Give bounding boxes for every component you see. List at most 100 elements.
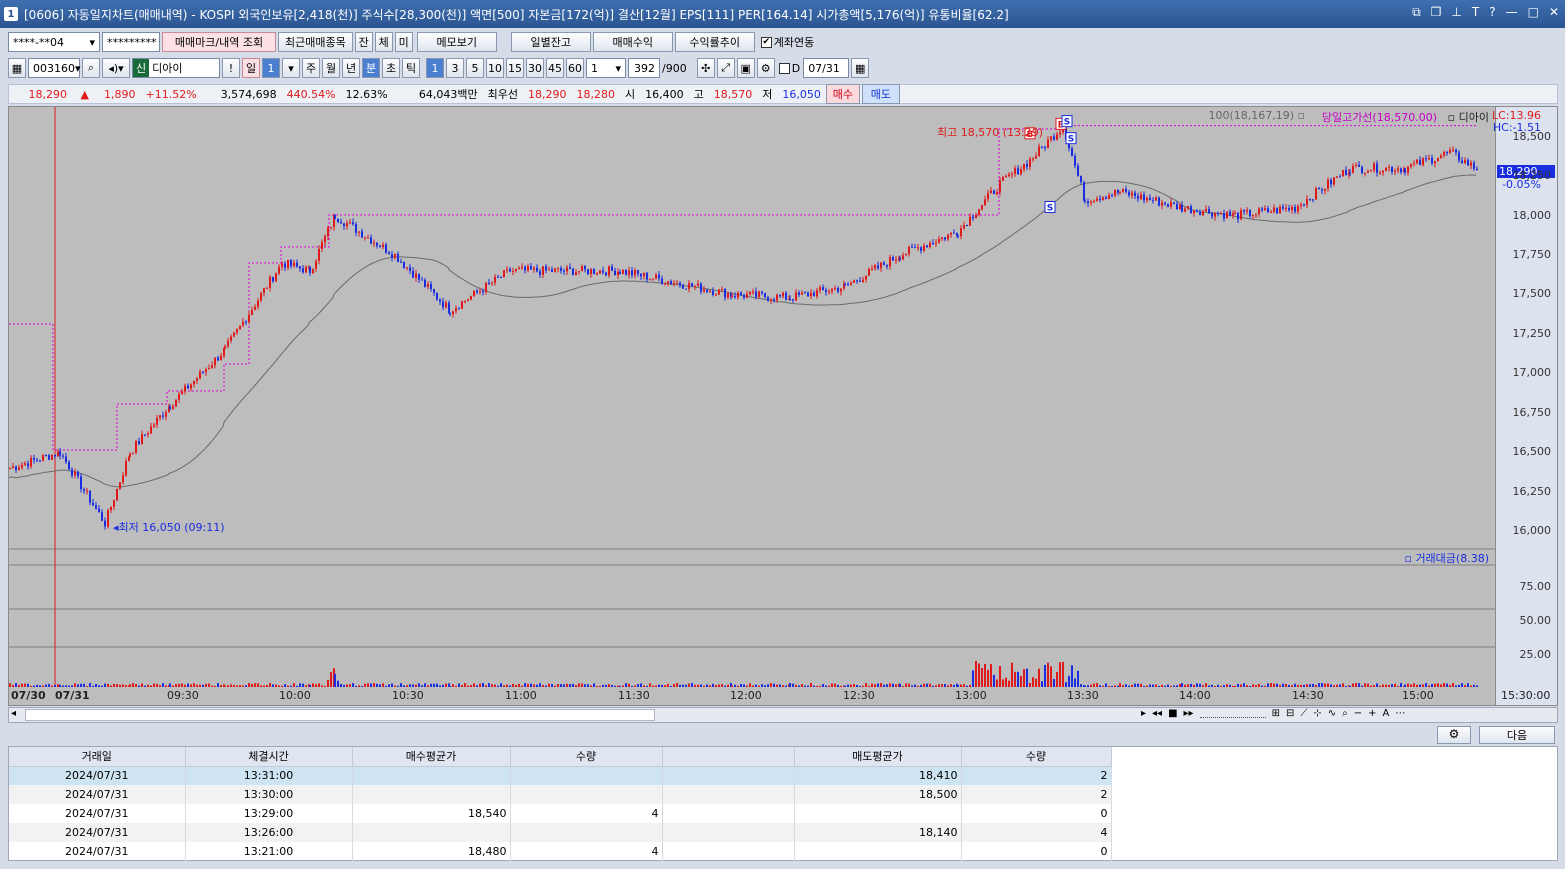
settings-icon[interactable]: ⚙	[756, 58, 775, 78]
table-row[interactable]: 2024/07/31 13:21:00 18,480 4 0	[9, 842, 1112, 861]
candle-body	[217, 357, 219, 361]
unfilled-button[interactable]: 미	[394, 32, 413, 52]
volume-bar	[1041, 681, 1043, 687]
volume-bar	[321, 685, 323, 687]
forward-icon[interactable]: ▸▸	[1184, 708, 1194, 719]
calendar-icon[interactable]: ▦	[851, 58, 870, 78]
price-chart[interactable]: BBSSS	[9, 107, 1497, 707]
interval-15-button[interactable]: 15	[506, 58, 524, 78]
buy-button[interactable]: 매수	[825, 84, 860, 104]
candle-body	[379, 245, 381, 248]
candle-body	[530, 266, 532, 270]
table-row[interactable]: 2024/07/31 13:29:00 18,540 4 0	[9, 804, 1112, 823]
candle-body	[649, 278, 651, 280]
minus-icon[interactable]: −	[1354, 708, 1362, 719]
code-input[interactable]: 003160 ▾	[28, 58, 81, 78]
interval-3-button[interactable]: 3	[446, 58, 464, 78]
password-field[interactable]: *********	[102, 32, 160, 52]
zoom-in-icon[interactable]: ⌕	[1342, 708, 1348, 719]
line-tool-icon[interactable]: ⟋	[1300, 708, 1307, 719]
pin-icon[interactable]: ⊥	[1451, 5, 1461, 20]
candle-body	[107, 510, 109, 527]
candle-body	[1229, 211, 1231, 216]
executed-button[interactable]: 체	[374, 32, 393, 52]
candle-body	[1149, 197, 1151, 201]
zoom-slider[interactable]	[1199, 708, 1266, 718]
account-select[interactable]: ****-**04 ▾	[8, 32, 100, 52]
chart-scrollbar[interactable]: ◂ ▸ ◂◂ ■ ▸▸ ⊞ ⊟ ⟋ ⊹ ∿ ⌕ − + A ⋯	[8, 707, 1558, 723]
unit-select[interactable]: 1 ▾	[586, 58, 626, 78]
scroll-left-icon[interactable]: ◂	[11, 708, 16, 719]
link-icon[interactable]: ⧉	[1412, 5, 1421, 20]
draw-tool-icon[interactable]: ⤢	[716, 58, 735, 78]
chart-area[interactable]: BBSSS 100(18,167,19) ▫ 당일고가선(18,570.00) …	[8, 106, 1558, 706]
balance-button[interactable]: 잔	[354, 32, 373, 52]
link-checkbox[interactable]: ✔ 계좌연동	[760, 34, 814, 50]
wave-icon[interactable]: ∿	[1328, 708, 1336, 719]
count-input[interactable]: 392	[628, 58, 660, 78]
compare-icon[interactable]: ⊟	[1286, 708, 1294, 719]
copy-icon[interactable]: ❐	[1431, 5, 1442, 20]
period-month-button[interactable]: 월	[322, 58, 340, 78]
table-row[interactable]: 2024/07/31 13:30:00 18,500 2	[9, 785, 1112, 804]
interval-60-button[interactable]: 60	[566, 58, 584, 78]
alert-button[interactable]: !	[222, 58, 240, 78]
date-input[interactable]: 07/31	[803, 58, 850, 78]
chart-menu-icon[interactable]: ▦	[8, 58, 26, 78]
memo-button[interactable]: 메모보기	[416, 32, 497, 52]
period-minute-button[interactable]: 분	[362, 58, 380, 78]
recent-trades-button[interactable]: 최근매매종목	[278, 32, 353, 52]
candle-body	[24, 463, 26, 465]
table-row[interactable]: 2024/07/31 13:31:00 18,410 2	[9, 766, 1112, 785]
candle-body	[676, 282, 678, 284]
period-week-button[interactable]: 주	[302, 58, 320, 78]
mark-query-button[interactable]: 매매마크/내역 조회	[162, 32, 276, 52]
return-trend-button[interactable]: 수익률추이	[674, 32, 755, 52]
plus-icon[interactable]: +	[1368, 708, 1376, 719]
interval-5-button[interactable]: 5	[466, 58, 484, 78]
interval-1-button[interactable]: 1	[426, 58, 444, 78]
interval-30-button[interactable]: 30	[526, 58, 544, 78]
table-row[interactable]: 2024/07/31 13:26:00 18,140 4	[9, 823, 1112, 842]
candle-body	[1125, 188, 1127, 192]
interval-10-button[interactable]: 10	[486, 58, 504, 78]
stop-icon[interactable]: ■	[1168, 708, 1177, 719]
daily-balance-button[interactable]: 일별잔고	[510, 32, 591, 52]
candle-body	[804, 292, 806, 294]
sell-button[interactable]: 매도	[861, 84, 900, 104]
crosshair-icon[interactable]: ✣	[696, 58, 715, 78]
day-count-dropdown-icon[interactable]: ▾	[282, 58, 300, 78]
date-checkbox[interactable]	[778, 62, 790, 74]
stock-name-field[interactable]: 신 디아이	[132, 58, 220, 78]
help-icon[interactable]: ?	[1489, 5, 1495, 20]
period-tick-button[interactable]: 틱	[402, 58, 420, 78]
period-day-button[interactable]: 일	[242, 58, 260, 78]
font-icon[interactable]: T	[1472, 5, 1479, 20]
trade-profit-button[interactable]: 매매수익	[592, 32, 673, 52]
scroll-thumb[interactable]	[25, 709, 655, 721]
more-icon[interactable]: ⋯	[1395, 708, 1405, 719]
rewind-icon[interactable]: ◂◂	[1152, 708, 1162, 719]
interval-45-button[interactable]: 45	[546, 58, 564, 78]
volume-bar	[208, 683, 210, 687]
table-settings-button[interactable]: ⚙	[1437, 726, 1471, 744]
candle-body	[831, 288, 833, 292]
search-icon[interactable]: ⌕	[82, 58, 100, 78]
day-count-select[interactable]: 1	[262, 58, 280, 78]
save-icon[interactable]: ▣	[736, 58, 755, 78]
volume-bar	[119, 684, 121, 687]
next-button[interactable]: 다음	[1479, 726, 1555, 744]
candle-body	[850, 282, 852, 285]
candle-body	[400, 261, 402, 263]
play-icon[interactable]: ▸	[1141, 708, 1146, 719]
text-tool-icon[interactable]: A	[1383, 708, 1390, 719]
minimize-icon[interactable]: —	[1506, 5, 1518, 20]
period-second-button[interactable]: 초	[382, 58, 400, 78]
period-year-button[interactable]: 년	[342, 58, 360, 78]
sound-icon[interactable]: ◂)▾	[102, 58, 130, 78]
candle-body	[343, 223, 345, 227]
close-icon[interactable]: ✕	[1549, 5, 1559, 20]
layout-icon[interactable]: ⊞	[1272, 708, 1280, 719]
tools-icon[interactable]: ⊹	[1313, 708, 1321, 719]
maximize-icon[interactable]: □	[1528, 5, 1539, 20]
